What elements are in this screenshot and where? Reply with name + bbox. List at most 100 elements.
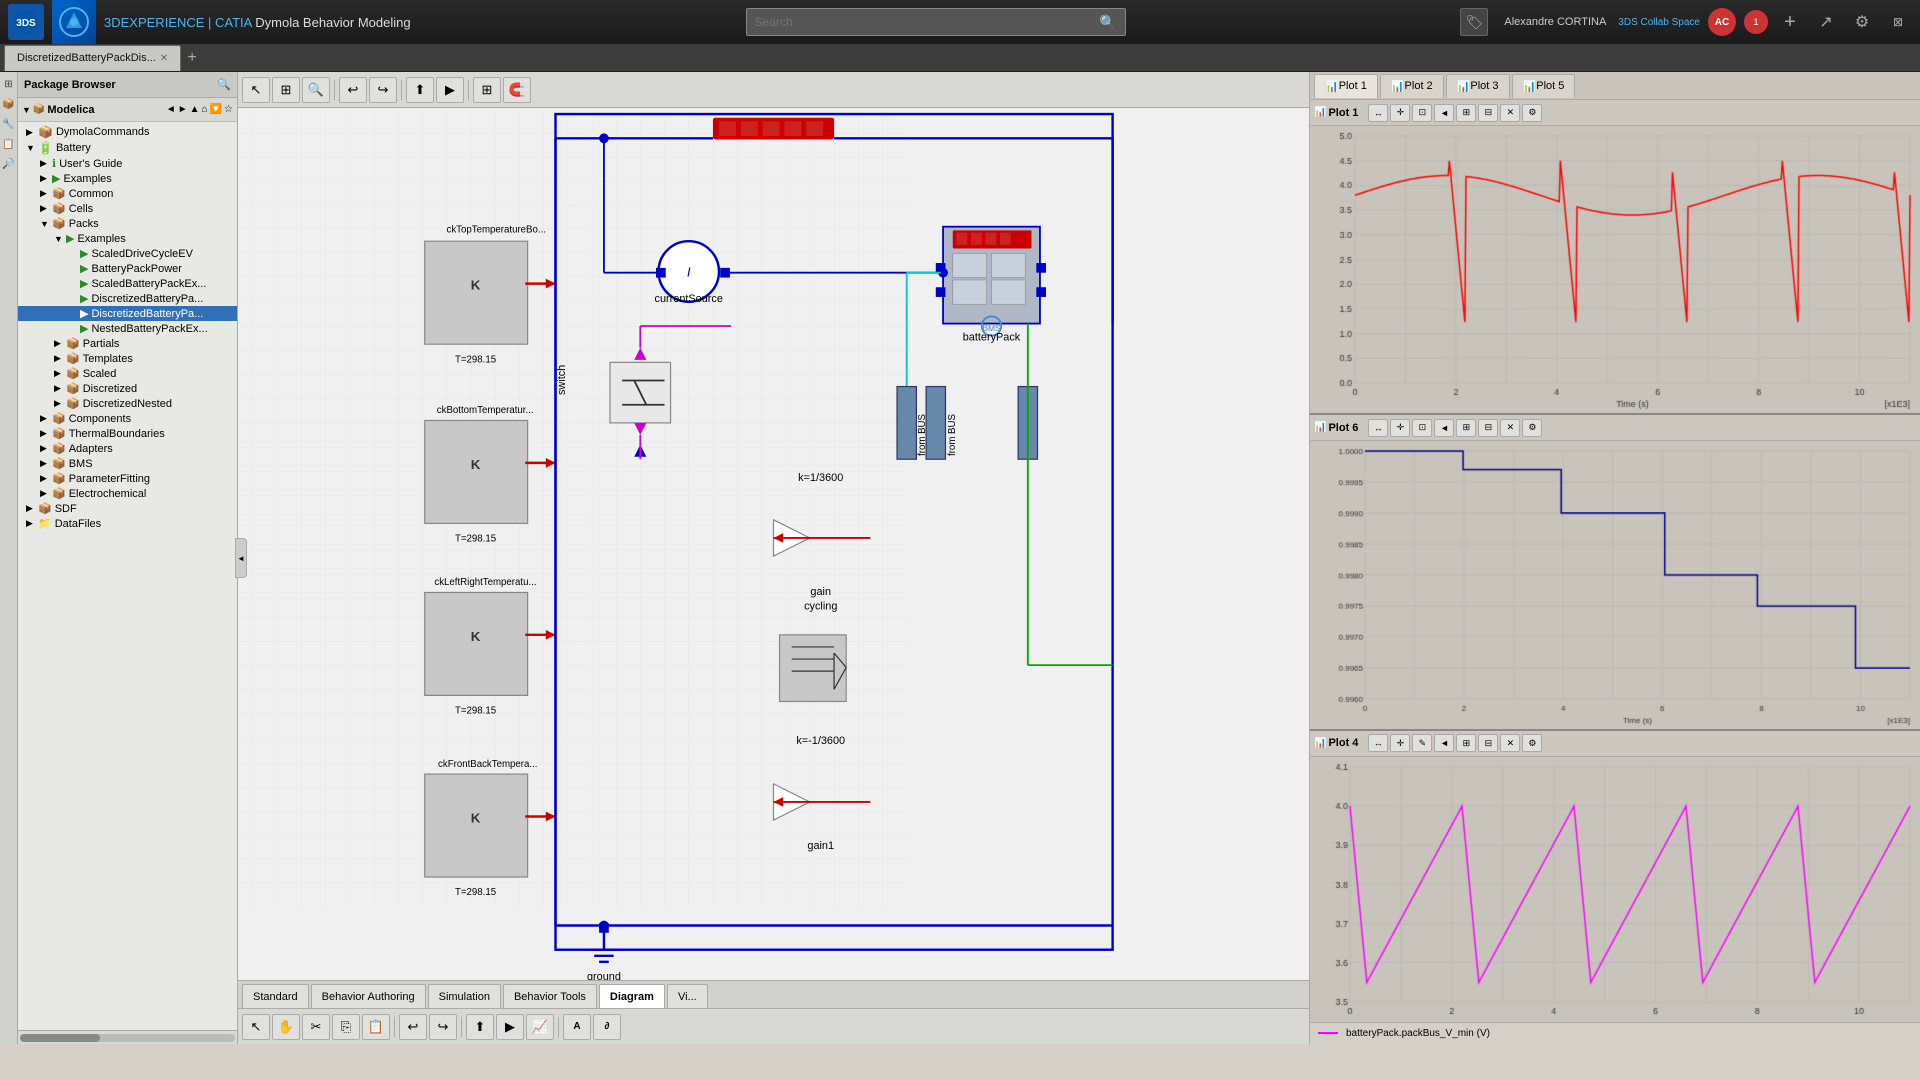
settings-icon[interactable]: ⚙ (1848, 8, 1876, 36)
var-tool[interactable]: ∂ (593, 1014, 621, 1040)
tree-item-discretizednested[interactable]: ▶ 📦 DiscretizedNested (18, 396, 237, 411)
undo-btn[interactable]: ↩ (399, 1014, 427, 1040)
plot1-grid-btn[interactable]: ⊟ (1478, 104, 1498, 122)
tree-item-packs-examples[interactable]: ▼ ▶ Examples (18, 231, 237, 246)
tree-item-packs[interactable]: ▼ 📦 Packs (18, 216, 237, 231)
tree-item-cells[interactable]: ▶ 📦 Cells (18, 201, 237, 216)
tab-add-button[interactable]: + (181, 47, 203, 69)
tree-item-scaledbattery[interactable]: ▶ ScaledBatteryPackEx... (18, 276, 237, 291)
undo-tool[interactable]: ↩ (339, 77, 367, 103)
tree-item-datafiles[interactable]: ▶ 📁 DataFiles (18, 516, 237, 531)
plot6-settings-btn[interactable]: ⚙ (1522, 419, 1542, 437)
search-icon[interactable]: 🔍 (1099, 14, 1116, 31)
redo-tool[interactable]: ↪ (369, 77, 397, 103)
filter-icon[interactable]: 🔽 (210, 104, 222, 115)
user-avatar[interactable]: AC (1708, 8, 1736, 36)
tree-item-examples[interactable]: ▶ ▶ Examples (18, 171, 237, 186)
tree-item-bms[interactable]: ▶ 📦 BMS (18, 456, 237, 471)
simulate-btn[interactable]: ▶ (496, 1014, 524, 1040)
search-input[interactable] (755, 15, 1096, 29)
nav-forward[interactable]: ► (178, 104, 188, 115)
vert-tool-5[interactable]: 🔎 (1, 156, 17, 172)
text-tool[interactable]: A (563, 1014, 591, 1040)
export-tool[interactable]: ⬆ (406, 77, 434, 103)
tree-item-discretized1[interactable]: ▶ DiscretizedBatteryPa... (18, 291, 237, 306)
tree-item-discretized-pkg[interactable]: ▶ 📦 Discretized (18, 381, 237, 396)
tab-vi[interactable]: Vi... (667, 984, 708, 1008)
tree-item-partials[interactable]: ▶ 📦 Partials (18, 336, 237, 351)
plot6-clear-btn[interactable]: ✕ (1500, 419, 1520, 437)
plot-tab-2[interactable]: 📊 Plot 2 (1380, 74, 1444, 98)
sidebar-collapse-button[interactable]: ◄ (235, 538, 247, 578)
plot-btn[interactable]: 📈 (526, 1014, 554, 1040)
tree-item-parameterfitting[interactable]: ▶ 📦 ParameterFitting (18, 471, 237, 486)
zoom-in-tool[interactable]: 🔍 (302, 77, 330, 103)
search-box[interactable]: 🔍 (746, 8, 1126, 36)
plot4-fit-btn[interactable]: ⊞ (1456, 734, 1476, 752)
expand-icon[interactable]: ▼ (22, 105, 31, 115)
active-tab[interactable]: DiscretizedBatteryPackDis... ✕ (4, 45, 181, 71)
notification-badge[interactable]: 1 (1744, 10, 1768, 34)
vert-tool-1[interactable]: ⊞ (1, 76, 17, 92)
plot4-cursor-btn[interactable]: ✛ (1390, 734, 1410, 752)
tree-item-batterypackpower[interactable]: ▶ BatteryPackPower (18, 261, 237, 276)
vert-tool-3[interactable]: 🔧 (1, 116, 17, 132)
tab-simulation[interactable]: Simulation (428, 984, 501, 1008)
tab-standard[interactable]: Standard (242, 984, 309, 1008)
cut-tool[interactable]: ✂ (302, 1014, 330, 1040)
tree-item-nested[interactable]: ▶ NestedBatteryPackEx... (18, 321, 237, 336)
tree-item-adapters[interactable]: ▶ 📦 Adapters (18, 441, 237, 456)
plot1-fit-btn[interactable]: ⊞ (1456, 104, 1476, 122)
plot-tab-5[interactable]: 📊 Plot 5 (1512, 74, 1576, 98)
nav-back[interactable]: ◄ (166, 104, 176, 115)
tree-item-scaled[interactable]: ▶ 📦 Scaled (18, 366, 237, 381)
plot6-fit-btn[interactable]: ⊞ (1456, 419, 1476, 437)
plot1-cursor-btn[interactable]: ✛ (1390, 104, 1410, 122)
plot4-zoom-btn[interactable]: ↔ (1368, 734, 1388, 752)
plot4-pencil-btn[interactable]: ✎ (1412, 734, 1432, 752)
sidebar-scrollbar[interactable] (18, 1030, 237, 1044)
simulate-tool[interactable]: ▶ (436, 77, 464, 103)
tab-diagram[interactable]: Diagram (599, 984, 665, 1008)
sort-icon[interactable]: ☆ (224, 104, 233, 115)
tree-item-scaleddrive[interactable]: ▶ ScaledDriveCycleEV (18, 246, 237, 261)
tree-item-components[interactable]: ▶ 📦 Components (18, 411, 237, 426)
export-btn[interactable]: ⬆ (466, 1014, 494, 1040)
add-btn[interactable]: + (1776, 8, 1804, 36)
pan-tool[interactable]: ✋ (272, 1014, 300, 1040)
tree-item-sdf[interactable]: ▶ 📦 SDF (18, 501, 237, 516)
redo-btn[interactable]: ↪ (429, 1014, 457, 1040)
tree-item-common[interactable]: ▶ 📦 Common (18, 186, 237, 201)
plot4-settings-btn[interactable]: ⚙ (1522, 734, 1542, 752)
tab-behavior-authoring[interactable]: Behavior Authoring (311, 984, 426, 1008)
plot4-back-btn[interactable]: ◄ (1434, 734, 1454, 752)
tree-item-dymolacommands[interactable]: ▶ 📦 DymolaCommands (18, 124, 237, 140)
vert-tool-4[interactable]: 📋 (1, 136, 17, 152)
plot6-grid-btn[interactable]: ⊟ (1478, 419, 1498, 437)
plot1-back-btn[interactable]: ◄ (1434, 104, 1454, 122)
tree-item-electrochemical[interactable]: ▶ 📦 Electrochemical (18, 486, 237, 501)
tree-item-battery[interactable]: ▼ 🔋 Battery (18, 140, 237, 156)
plot1-box-btn[interactable]: ⊡ (1412, 104, 1432, 122)
tree-item-thermalboundaries[interactable]: ▶ 📦 ThermalBoundaries (18, 426, 237, 441)
copy-tool[interactable]: ⎘ (332, 1014, 360, 1040)
pointer-tool[interactable]: ↖ (242, 77, 270, 103)
tree-item-templates[interactable]: ▶ 📦 Templates (18, 351, 237, 366)
share-icon[interactable]: ↗ (1812, 8, 1840, 36)
search-tree-icon[interactable]: 🔍 (217, 78, 231, 91)
select-tool[interactable]: ↖ (242, 1014, 270, 1040)
plot6-box-btn[interactable]: ⊡ (1412, 419, 1432, 437)
app-logo[interactable]: 3DS (8, 4, 44, 40)
tab-close-icon[interactable]: ✕ (160, 53, 168, 64)
plot1-settings-btn[interactable]: ⚙ (1522, 104, 1542, 122)
nav-home[interactable]: ⌂ (202, 104, 208, 115)
zoom-fit-tool[interactable]: ⊞ (272, 77, 300, 103)
paste-tool[interactable]: 📋 (362, 1014, 390, 1040)
vert-tool-2[interactable]: 📦 (1, 96, 17, 112)
snap-tool[interactable]: 🧲 (503, 77, 531, 103)
plot-tab-3[interactable]: 📊 Plot 3 (1446, 74, 1510, 98)
plot6-back-btn[interactable]: ◄ (1434, 419, 1454, 437)
restore-icon[interactable]: ⊠ (1884, 8, 1912, 36)
plot4-grid-btn[interactable]: ⊟ (1478, 734, 1498, 752)
plot6-cursor-btn[interactable]: ✛ (1390, 419, 1410, 437)
